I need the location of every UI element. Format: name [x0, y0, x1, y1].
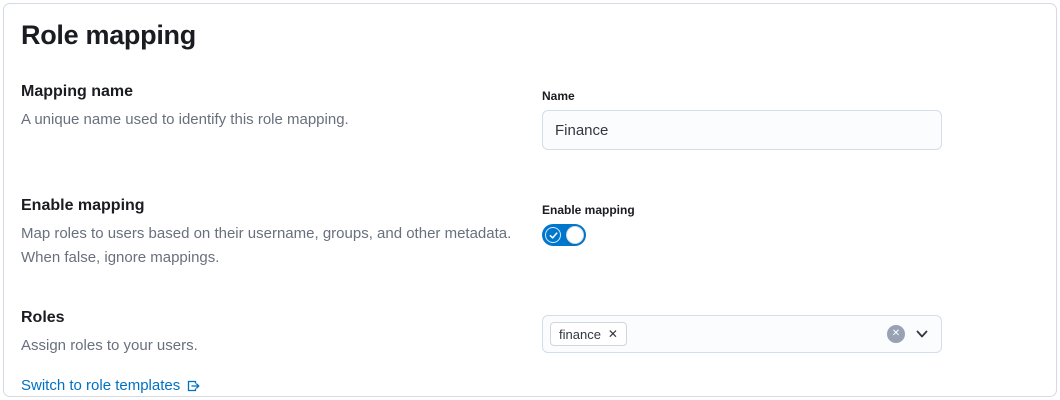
role-pill-remove-icon[interactable]: ✕ — [608, 328, 618, 340]
enable-mapping-row: Enable mapping Map roles to users based … — [21, 194, 1036, 270]
roles-info: Roles Assign roles to your users. — [21, 306, 524, 358]
enable-mapping-toggle-label: Enable mapping — [542, 201, 942, 219]
switch-link-label: Switch to role templates — [21, 374, 180, 398]
mapping-name-description: A unique name used to identify this role… — [21, 108, 524, 132]
page-title: Role mapping — [21, 18, 1036, 52]
mapping-name-heading: Mapping name — [21, 80, 524, 104]
mapping-name-info: Mapping name A unique name used to ident… — [21, 80, 524, 132]
mapping-name-row: Mapping name A unique name used to ident… — [21, 80, 1036, 150]
name-field-label: Name — [542, 87, 942, 105]
roles-description: Assign roles to your users. — [21, 334, 524, 358]
enable-mapping-info: Enable mapping Map roles to users based … — [21, 194, 524, 270]
role-mapping-panel: Role mapping Mapping name A unique name … — [3, 3, 1057, 397]
roles-heading: Roles — [21, 306, 524, 330]
toggle-check-icon — [545, 227, 561, 243]
role-pill-finance: finance ✕ — [550, 322, 627, 346]
roles-combo-box[interactable]: finance ✕ ✕ — [542, 315, 942, 353]
mapping-name-field-group: Name — [542, 80, 942, 150]
enable-mapping-heading: Enable mapping — [21, 194, 524, 218]
name-input[interactable] — [542, 110, 942, 150]
combo-clear-button[interactable]: ✕ — [887, 325, 905, 343]
switch-to-role-templates-link[interactable]: Switch to role templates — [21, 374, 201, 398]
toggle-thumb — [566, 226, 584, 244]
role-pill-label: finance — [559, 327, 601, 342]
enable-mapping-toggle[interactable] — [542, 224, 586, 246]
chevron-down-icon[interactable] — [915, 327, 929, 341]
roles-row: Roles Assign roles to your users. financ… — [21, 306, 1036, 358]
input-output-icon — [185, 378, 201, 394]
roles-field-group: finance ✕ ✕ — [542, 306, 942, 353]
enable-mapping-description: Map roles to users based on their userna… — [21, 222, 524, 270]
enable-mapping-field-group: Enable mapping — [542, 194, 942, 246]
